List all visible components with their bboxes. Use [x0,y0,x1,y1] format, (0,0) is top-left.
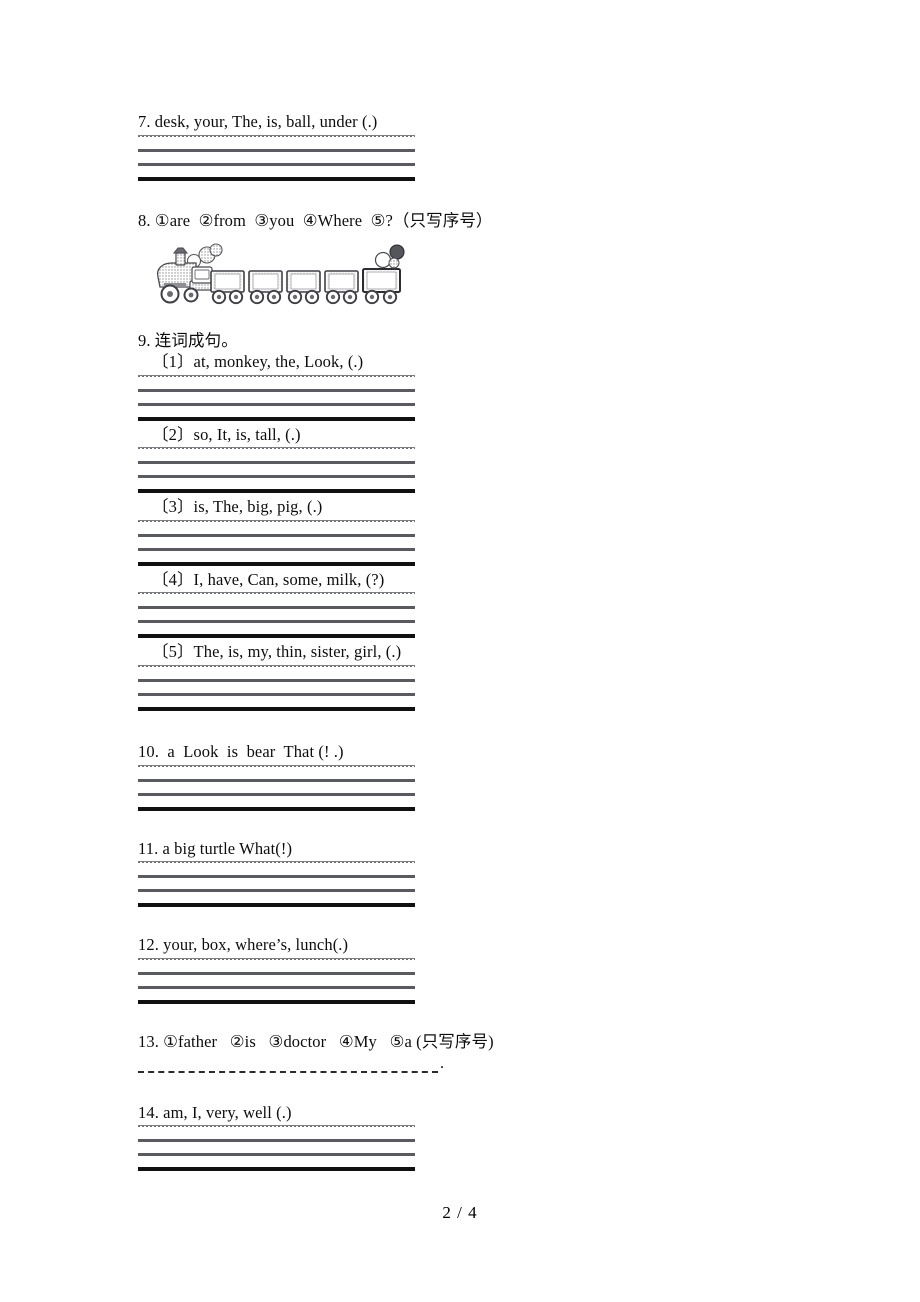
question-9-sub-1: 〔1〕at, monkey, the, Look, (.) [138,352,838,421]
question-7: 7. desk, your, The, is, ball, under (.) [138,112,838,181]
rule-gap [138,138,415,149]
question-7-text: 7. desk, your, The, is, ball, under (.) [138,112,378,131]
train-illustration [150,239,410,309]
boxcar-4 [324,270,359,305]
question-9-sub-3-text: 〔3〕is, The, big, pig, (.) [152,497,323,517]
question-8-text: 8. ①are ②from ③you ④Where ⑤?（只写序号） [138,210,493,230]
question-9-sub-4-answer-lines[interactable] [138,592,415,639]
question-9-sub-4-text: 〔4〕I, have, Can, some, milk, (?) [152,569,385,589]
rule-gap [138,975,415,986]
locomotive-wheels [160,284,199,304]
question-11-answer-lines[interactable] [138,861,415,908]
question-11-text: 11. a big turtle What(!) [138,838,293,858]
boxcar-2 [248,270,283,305]
rule-gap [138,696,415,707]
question-13-text: 13. ①father ②is ③doctor ④My ⑤a (只写序号) [138,1031,494,1051]
question-7-answer-lines[interactable] [138,134,415,181]
rule-gap [138,464,415,475]
question-9-sub-5-text: 〔5〕The, is, my, thin, sister, girl, (.) [152,642,402,662]
boxcar-5 [362,268,401,305]
rule-gap [138,609,415,620]
question-9-sub-1-text: 〔1〕at, monkey, the, Look, (.) [152,351,364,371]
rule-gap [138,378,415,389]
rule-gap [138,595,415,606]
question-13-trailing-period: . [440,1054,444,1072]
rule-gap [138,623,415,634]
question-14-text: 14. am, I, very, well (.) [138,1102,292,1122]
worksheet-page: 7. desk, your, The, is, ball, under (.) … [0,0,920,1302]
question-8: 8. ①are ②from ③you ④Where ⑤?（只写序号） [138,211,838,310]
question-9-sub-3: 〔3〕is, The, big, pig, (.) [138,497,838,566]
question-13-answer-line-row: . [138,1053,838,1073]
rule-gap [138,392,415,403]
rule-gap [138,796,415,807]
question-14: 14. am, I, very, well (.) [138,1103,838,1172]
rule-gap [138,782,415,793]
top-spacer [138,0,838,112]
question-9-sub-5: 〔5〕The, is, my, thin, sister, girl, (.) [138,642,838,711]
question-10: 10. a Look is bear That (! .) [138,742,838,811]
rule-gap [138,478,415,489]
question-10-text: 10. a Look is bear That (! .) [138,742,344,761]
question-9-sub-2-text: 〔2〕so, It, is, tall, (.) [152,424,301,444]
rule-gap [138,1142,415,1153]
rule-gap [138,450,415,461]
question-13-answer-line[interactable] [138,1057,438,1073]
question-9-sub-4: 〔4〕I, have, Can, some, milk, (?) [138,570,838,639]
rule-gap [138,892,415,903]
rule-gap [138,961,415,972]
rule-gap [138,1128,415,1139]
question-14-answer-lines[interactable] [138,1125,415,1172]
rule-gap [138,537,415,548]
question-9-sub-5-answer-lines[interactable] [138,665,415,711]
question-13: 13. ①father ②is ③doctor ④My ⑤a (只写序号) . [138,1032,838,1073]
page-number: 2 / 4 [442,1203,478,1222]
rule-gap [138,166,415,177]
question-9-heading: 9. 连词成句。 [138,331,238,351]
rule-gap [138,668,415,679]
boxcar-1 [210,270,245,305]
balloons [374,244,405,269]
question-12: 12. your, box, where’s, lunch(.) [138,935,838,1004]
rule-gap [138,768,415,779]
rule-gap [138,878,415,889]
rule-gap [138,864,415,875]
question-12-text: 12. your, box, where’s, lunch(.) [138,935,349,955]
question-9-sub-2-answer-lines[interactable] [138,447,415,494]
question-9-sub-2: 〔2〕so, It, is, tall, (.) [138,425,838,494]
question-11: 11. a big turtle What(!) [138,839,838,908]
rule-gap [138,682,415,693]
rule-gap [138,152,415,163]
rule-gap [138,523,415,534]
page-footer: 2 / 4 [0,1203,920,1223]
rule-line-4 [138,1167,415,1172]
rule-gap [138,551,415,562]
rule-gap [138,406,415,417]
boxcar-3 [286,270,321,305]
question-10-answer-lines[interactable] [138,764,415,811]
rule-gap [138,1156,415,1167]
question-9-sub-1-answer-lines[interactable] [138,374,415,421]
question-12-answer-lines[interactable] [138,957,415,1004]
worksheet-content: 7. desk, your, The, is, ball, under (.) … [138,0,838,1172]
question-9-sub-3-answer-lines[interactable] [138,519,415,566]
question-9: 9. 连词成句。 〔1〕at, monkey, the, Look, (.) 〔… [138,331,838,711]
rule-gap [138,989,415,1000]
